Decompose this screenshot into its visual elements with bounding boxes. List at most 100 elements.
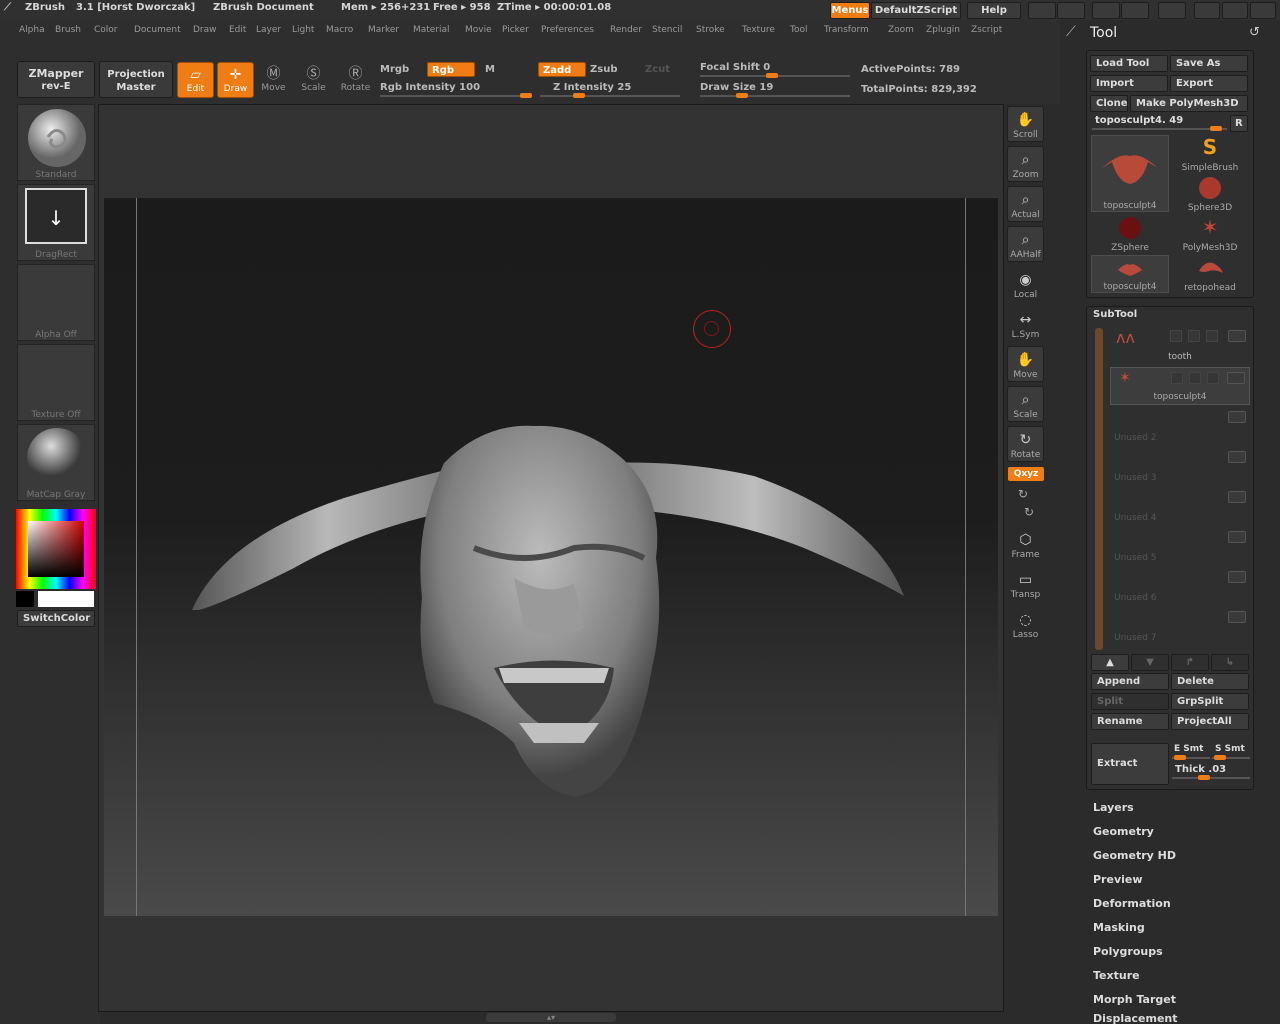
menu-movie[interactable]: Movie (465, 25, 492, 35)
nav-rotate-button[interactable]: ↻ Rotate (1007, 426, 1044, 462)
brush-thumbnail[interactable]: Standard (17, 104, 95, 181)
tool-thumb-polymesh3d[interactable]: ✶ PolyMesh3D (1171, 215, 1249, 253)
menu-marker[interactable]: Marker (368, 25, 399, 35)
menu-layer[interactable]: Layer (256, 25, 281, 35)
tool-thumb-simplebrush[interactable]: S SimpleBrush (1171, 135, 1249, 173)
color-picker[interactable] (16, 509, 96, 589)
lock-icon[interactable] (1158, 2, 1186, 19)
menu-alpha[interactable]: Alpha (19, 25, 45, 35)
subtool-tooth[interactable]: ᴧᴧ tooth (1110, 326, 1250, 364)
section-layers[interactable]: Layers (1093, 801, 1134, 814)
thick-slider[interactable] (1172, 775, 1250, 780)
export-button[interactable]: Export (1170, 75, 1248, 92)
zsub-toggle[interactable]: Zsub (590, 64, 617, 75)
tool-thumb-retopohead[interactable]: retopohead (1171, 255, 1249, 293)
scroll-button[interactable]: ✋ Scroll (1007, 106, 1044, 142)
section-texture[interactable]: Texture (1093, 969, 1140, 982)
menu-zplugin[interactable]: Zplugin (926, 25, 960, 35)
scale-button[interactable]: Ⓢ Scale (295, 62, 332, 98)
mrgb-toggle[interactable]: Mrgb (380, 64, 409, 75)
subtool-scrollbar[interactable] (1095, 328, 1103, 650)
projection-master-button[interactable]: Projection Master (99, 61, 173, 98)
color-square[interactable] (28, 521, 84, 577)
draw-button[interactable]: ✛ Draw (217, 62, 254, 98)
menu-render[interactable]: Render (610, 25, 642, 35)
menu-color[interactable]: Color (94, 25, 118, 35)
section-geometry-hd[interactable]: Geometry HD (1093, 849, 1176, 862)
alpha-thumbnail[interactable]: Alpha Off (17, 264, 95, 341)
tool-thumb-toposculpt4[interactable]: toposculpt4 (1091, 135, 1169, 212)
load-tool-button[interactable]: Load Tool (1090, 55, 1168, 72)
bottom-tray-handle[interactable]: ▴▾ (486, 1013, 616, 1022)
tray-left-icon[interactable] (1028, 2, 1056, 19)
local-button[interactable]: ◉ Local (1007, 266, 1044, 302)
rgb-intensity-slider[interactable] (380, 93, 532, 98)
layout2-icon[interactable] (1121, 2, 1149, 19)
visibility-eye-icon[interactable] (1227, 372, 1245, 384)
menu-zoom[interactable]: Zoom (888, 25, 914, 35)
section-masking[interactable]: Masking (1093, 921, 1145, 934)
tool-thumb-zsphere[interactable]: ZSphere (1091, 215, 1169, 253)
close-icon[interactable] (1250, 2, 1276, 19)
menu-macro[interactable]: Macro (326, 25, 353, 35)
subtool-unused-6[interactable]: Unused 6 (1110, 567, 1250, 605)
maximize-icon[interactable] (1222, 2, 1248, 19)
subtool-unused-7[interactable]: Unused 7 (1110, 607, 1250, 645)
sculpt-model[interactable] (104, 198, 998, 916)
grpsplit-button[interactable]: GrpSplit (1171, 693, 1249, 710)
lasso-button[interactable]: ◌ Lasso (1007, 606, 1044, 642)
rotate-button[interactable]: Ⓡ Rotate (337, 62, 374, 98)
section-morph-target[interactable]: Morph Target (1093, 993, 1176, 1006)
move-down-button[interactable]: ▼ (1131, 654, 1169, 671)
split-button[interactable]: Split (1091, 693, 1169, 710)
help-button[interactable]: Help (967, 2, 1021, 19)
section-preview[interactable]: Preview (1093, 873, 1143, 886)
section-polygroups[interactable]: Polygroups (1093, 945, 1163, 958)
minimize-icon[interactable] (1194, 2, 1220, 19)
tray-right-icon[interactable] (1057, 2, 1085, 19)
menu-stencil[interactable]: Stencil (652, 25, 682, 35)
menu-texture[interactable]: Texture (742, 25, 775, 35)
default-zscript-button[interactable]: DefaultZScript (871, 2, 961, 19)
menu-material[interactable]: Material (413, 25, 450, 35)
focal-shift-slider[interactable] (700, 73, 850, 78)
current-tool-slider[interactable] (1092, 126, 1227, 131)
redo-arrow-button[interactable]: ↱ (1171, 654, 1209, 671)
tool-thumb-sphere3d[interactable]: Sphere3D (1171, 175, 1249, 213)
subtool-unused-2[interactable]: Unused 2 (1110, 407, 1250, 445)
r-button[interactable]: R (1230, 115, 1248, 132)
menu-brush[interactable]: Brush (55, 25, 81, 35)
rot-z-icon[interactable]: ↻ (1024, 505, 1034, 519)
tool-handle-icon[interactable]: ⟋ (1066, 24, 1076, 40)
e-smt-slider[interactable] (1172, 755, 1210, 760)
section-displacement[interactable]: Displacement (1093, 1012, 1178, 1024)
z-intensity-slider[interactable] (540, 93, 680, 98)
nav-scale-button[interactable]: ⌕ Scale (1007, 386, 1044, 422)
move-up-button[interactable]: ▲ (1091, 654, 1129, 671)
switch-color-button[interactable]: SwitchColor (17, 610, 95, 627)
main-color-swatch[interactable] (38, 591, 94, 607)
secondary-color-swatch[interactable] (16, 591, 34, 607)
projectall-button[interactable]: ProjectAll (1171, 713, 1249, 730)
menu-zscript[interactable]: Zscript (971, 25, 1002, 35)
zcut-toggle[interactable]: Zcut (645, 64, 670, 75)
visibility-eye-icon[interactable] (1228, 330, 1246, 342)
rename-button[interactable]: Rename (1091, 713, 1169, 730)
menu-document[interactable]: Document (134, 25, 181, 35)
lsym-button[interactable]: ↔ L.Sym (1007, 306, 1044, 342)
undo-arrow-button[interactable]: ↳ (1211, 654, 1249, 671)
extract-button[interactable]: Extract (1091, 743, 1169, 785)
tool-thumb-toposculpt4-b[interactable]: toposculpt4 (1091, 255, 1169, 293)
zmapper-button[interactable]: ZMapper rev-E (17, 61, 95, 98)
actual-button[interactable]: ⌕ Actual (1007, 186, 1044, 222)
menu-picker[interactable]: Picker (502, 25, 529, 35)
transp-button[interactable]: ▭ Transp (1007, 566, 1044, 602)
save-as-button[interactable]: Save As (1170, 55, 1248, 72)
subtool-unused-4[interactable]: Unused 4 (1110, 487, 1250, 525)
xyz-toggle[interactable]: Qxyz (1008, 467, 1044, 481)
s-smt-slider[interactable] (1212, 755, 1250, 760)
zoom-button[interactable]: ⌕ Zoom (1007, 146, 1044, 182)
make-polymesh-button[interactable]: Make PolyMesh3D (1130, 95, 1248, 112)
subtool-toposculpt4[interactable]: ✶ toposculpt4 (1110, 367, 1250, 405)
section-deformation[interactable]: Deformation (1093, 897, 1171, 910)
